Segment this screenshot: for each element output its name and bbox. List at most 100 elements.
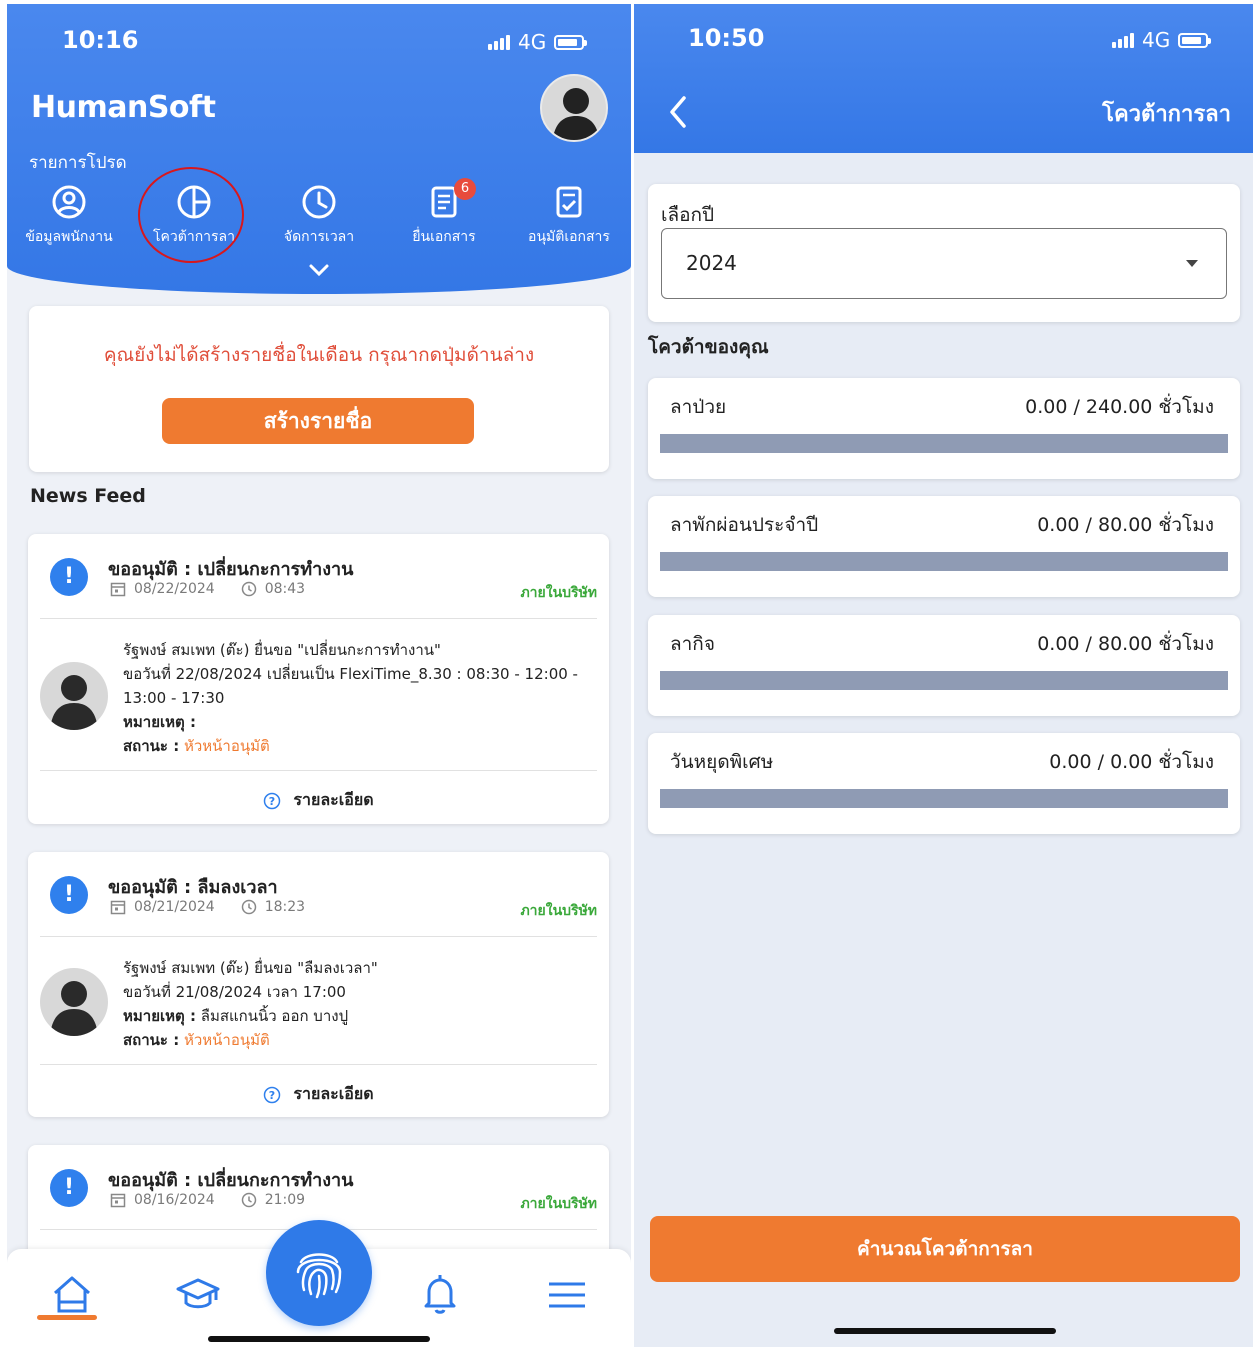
calendar-icon — [110, 900, 126, 915]
quota-value: 0.00 / 80.00 ชั่วโมง — [1037, 633, 1214, 655]
status-time: 10:50 — [688, 24, 765, 52]
notification-badge: 6 — [454, 178, 476, 200]
news-card[interactable]: ! ขออนุมัติ : เปลี่ยนกะการทำงาน 08/22/20… — [28, 534, 609, 824]
person-silhouette-icon — [50, 981, 98, 1036]
divider — [40, 1064, 597, 1065]
divider — [40, 770, 597, 771]
news-title: ขออนุมัติ : ลืมลงเวลา — [108, 877, 278, 898]
chevron-down-icon[interactable] — [307, 262, 331, 282]
highlight-circle-annotation — [138, 167, 244, 263]
svg-text:?: ? — [269, 1089, 275, 1102]
quick-label: ข้อมูลพนักงาน — [25, 229, 113, 245]
quick-label: อนุมัติเอกสาร — [528, 229, 610, 245]
quota-value: 0.00 / 80.00 ชั่วโมง — [1037, 514, 1214, 536]
alert-icon: ! — [50, 876, 88, 914]
quota-name: ลากิจ — [670, 633, 715, 655]
approve-document-icon — [549, 182, 589, 222]
news-note: หมายเหตุ : — [123, 713, 196, 731]
news-title: ขออนุมัติ : เปลี่ยนกะการทำงาน — [108, 1170, 354, 1191]
clock-icon — [241, 899, 256, 915]
news-card[interactable]: ! ขออนุมัติ : ลืมลงเวลา 08/21/2024 18:23… — [28, 852, 609, 1117]
detail-link[interactable]: ? รายละเอียด — [28, 788, 609, 813]
quota-progress-bar — [660, 789, 1228, 808]
svg-text:?: ? — [269, 795, 275, 808]
news-date: 08/16/2024 — [134, 1192, 215, 1208]
caret-down-icon — [1186, 260, 1198, 267]
help-circle-icon: ? — [264, 1086, 281, 1103]
back-arrow-icon[interactable] — [664, 92, 694, 132]
quota-progress-bar — [660, 434, 1228, 453]
quota-item-sick: ลาป่วย 0.00 / 240.00 ชั่วโมง — [648, 378, 1240, 479]
news-time: 21:09 — [264, 1192, 306, 1208]
year-label: เลือกปี — [661, 204, 715, 226]
profile-avatar[interactable] — [540, 74, 608, 142]
bell-icon[interactable] — [415, 1269, 465, 1319]
alert-icon: ! — [50, 558, 88, 596]
document-icon: 6 — [424, 178, 476, 222]
fingerprint-scan-button[interactable] — [266, 1220, 372, 1326]
person-silhouette-icon — [50, 675, 98, 730]
help-circle-icon: ? — [264, 792, 281, 809]
quick-approve-document[interactable]: อนุมัติเอกสาร — [509, 182, 629, 248]
year-value: 2024 — [686, 251, 737, 275]
battery-icon — [1178, 32, 1212, 48]
news-line: ขอวันที่ 22/08/2024 เปลี่ยนเป็น FlexiTim… — [123, 665, 578, 683]
calendar-icon — [110, 1193, 126, 1208]
news-scope: ภายในบริษัท — [520, 1196, 597, 1212]
network-type: 4G — [518, 30, 547, 54]
quota-item-special-holiday: วันหยุดพิเศษ 0.00 / 0.00 ชั่วโมง — [648, 733, 1240, 834]
news-time: 08:43 — [264, 581, 306, 597]
favorites-label: รายการโปรด — [29, 153, 127, 173]
detail-link[interactable]: ? รายละเอียด — [28, 1082, 609, 1107]
menu-icon[interactable] — [542, 1269, 592, 1319]
create-list-button[interactable]: สร้างรายชื่อ — [162, 398, 474, 444]
quick-submit-document[interactable]: 6 ยื่นเอกสาร — [384, 178, 504, 248]
news-meta: 08/22/2024 08:43 — [110, 581, 305, 597]
graduation-cap-icon[interactable] — [173, 1269, 223, 1319]
news-title: ขออนุมัติ : เปลี่ยนกะการทำงาน — [108, 559, 354, 580]
quota-item-annual: ลาพักผ่อนประจำปี 0.00 / 80.00 ชั่วโมง — [648, 496, 1240, 597]
news-date: 08/21/2024 — [134, 899, 215, 915]
news-status: สถานะ : หัวหน้าอนุมัติ — [123, 737, 270, 755]
status-indicators: 4G — [488, 30, 588, 54]
calendar-icon — [110, 582, 126, 597]
home-indicator-bar — [208, 1336, 430, 1342]
quota-heading: โควต้าของคุณ — [648, 336, 769, 358]
year-selector-card: เลือกปี 2024 — [648, 184, 1240, 322]
newsfeed-title: News Feed — [30, 485, 146, 507]
calculate-quota-button[interactable]: คำนวณโควต้าการลา — [650, 1216, 1240, 1282]
home-icon[interactable] — [47, 1269, 97, 1319]
active-tab-indicator — [37, 1315, 97, 1320]
quota-name: ลาพักผ่อนประจำปี — [670, 514, 819, 536]
news-meta: 08/21/2024 18:23 — [110, 899, 305, 915]
quota-progress-bar — [660, 671, 1228, 690]
signal-icon — [1112, 32, 1134, 48]
clock-icon — [241, 1192, 256, 1208]
news-status: สถานะ : หัวหน้าอนุมัติ — [123, 1031, 270, 1049]
quota-value: 0.00 / 0.00 ชั่วโมง — [1049, 751, 1214, 773]
quick-time-management[interactable]: จัดการเวลา — [259, 182, 379, 248]
home-indicator-bar — [834, 1328, 1056, 1334]
create-list-notice-card: คุณยังไม่ได้สร้างรายชื่อในเดือน กรุณากดป… — [29, 306, 609, 472]
quota-value: 0.00 / 240.00 ชั่วโมง — [1025, 396, 1214, 418]
quick-label: จัดการเวลา — [283, 229, 355, 245]
signal-icon — [488, 34, 510, 50]
avatar — [40, 968, 108, 1036]
fingerprint-icon — [296, 1253, 342, 1299]
news-time: 18:23 — [264, 899, 306, 915]
news-meta: 08/16/2024 21:09 — [110, 1192, 305, 1208]
home-screen: 10:16 4G HumanSoft รายการโปรด ข้อมูลพนัก… — [7, 4, 631, 1347]
alert-icon: ! — [50, 1169, 88, 1207]
notice-message: คุณยังไม่ได้สร้างรายชื่อในเดือน กรุณากดป… — [103, 344, 535, 366]
page-title: โควต้าการลา — [1102, 102, 1231, 127]
quick-employee-info[interactable]: ข้อมูลพนักงาน — [9, 182, 129, 248]
news-line: 13:00 - 17:30 — [123, 689, 225, 707]
status-time: 10:16 — [62, 26, 139, 54]
user-circle-icon — [49, 182, 89, 222]
year-select[interactable]: 2024 — [661, 228, 1227, 299]
detail-label: รายละเอียด — [293, 1084, 374, 1103]
news-scope: ภายในบริษัท — [520, 903, 597, 919]
news-line: ขอวันที่ 21/08/2024 เวลา 17:00 — [123, 983, 346, 1001]
quota-name: วันหยุดพิเศษ — [670, 751, 774, 773]
quota-progress-bar — [660, 552, 1228, 571]
